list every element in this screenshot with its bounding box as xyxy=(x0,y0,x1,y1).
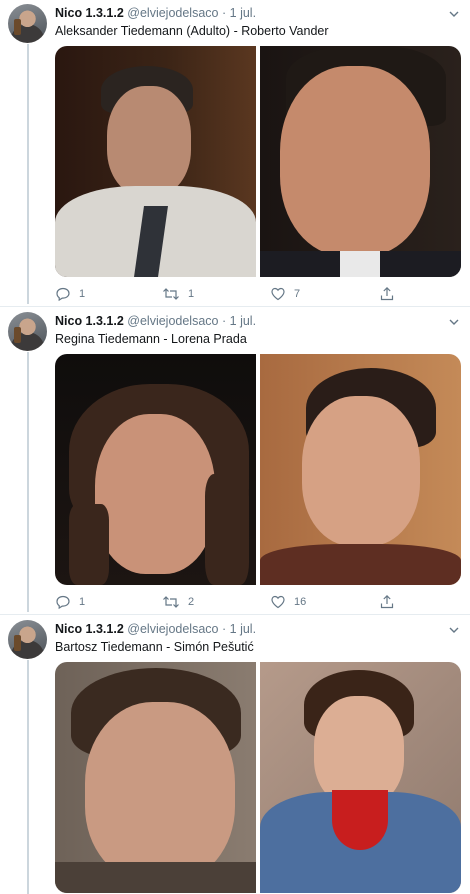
timestamp[interactable]: 1 jul. xyxy=(230,314,256,328)
reply-button[interactable]: 1 xyxy=(55,286,85,302)
tweet[interactable]: Nico 1.3.1.2 @elviejodelsaco · 1 jul. Ba… xyxy=(0,620,470,894)
separator-dot: · xyxy=(221,314,227,328)
reply-icon xyxy=(55,594,71,610)
retweet-icon xyxy=(162,286,180,302)
retweet-button[interactable]: 2 xyxy=(162,594,194,610)
chevron-down-icon[interactable] xyxy=(448,316,460,328)
photo-left[interactable] xyxy=(55,662,256,893)
user-name[interactable]: Nico 1.3.1.2 xyxy=(55,6,124,20)
tweet-header: Nico 1.3.1.2 @elviejodelsaco · 1 jul. xyxy=(55,622,256,636)
retweet-count: 1 xyxy=(188,288,195,300)
user-name[interactable]: Nico 1.3.1.2 xyxy=(55,314,124,328)
timestamp[interactable]: 1 jul. xyxy=(230,622,256,636)
tweet-text: Regina Tiedemann - Lorena Prada xyxy=(55,332,247,346)
like-button[interactable]: 7 xyxy=(270,286,300,302)
divider xyxy=(0,614,470,615)
timestamp[interactable]: 1 jul. xyxy=(230,6,256,20)
user-handle[interactable]: @elviejodelsaco xyxy=(127,622,218,636)
tweet[interactable]: Nico 1.3.1.2 @elviejodelsaco · 1 jul. Al… xyxy=(0,4,470,304)
tweet-actions: 1 2 16 xyxy=(55,594,395,610)
tweet-media[interactable] xyxy=(55,354,461,585)
like-count: 7 xyxy=(294,288,301,300)
tweet-header: Nico 1.3.1.2 @elviejodelsaco · 1 jul. xyxy=(55,314,256,328)
tweet-text: Bartosz Tiedemann - Simón Pešutić xyxy=(55,640,254,654)
avatar[interactable] xyxy=(8,620,47,659)
tweet-text: Aleksander Tiedemann (Adulto) - Roberto … xyxy=(55,24,329,38)
share-icon xyxy=(379,594,395,610)
photo-left[interactable] xyxy=(55,46,256,277)
user-handle[interactable]: @elviejodelsaco xyxy=(127,314,218,328)
share-icon xyxy=(379,286,395,302)
chevron-down-icon[interactable] xyxy=(448,624,460,636)
reply-icon xyxy=(55,286,71,302)
separator-dot: · xyxy=(221,6,227,20)
reply-button[interactable]: 1 xyxy=(55,594,85,610)
tweet[interactable]: Nico 1.3.1.2 @elviejodelsaco · 1 jul. Re… xyxy=(0,312,470,612)
like-count: 16 xyxy=(294,596,307,608)
divider xyxy=(0,306,470,307)
share-button[interactable] xyxy=(379,286,395,302)
photo-right[interactable] xyxy=(260,354,461,585)
retweet-icon xyxy=(162,594,180,610)
user-handle[interactable]: @elviejodelsaco xyxy=(127,6,218,20)
tweet-header: Nico 1.3.1.2 @elviejodelsaco · 1 jul. xyxy=(55,6,256,20)
avatar[interactable] xyxy=(8,312,47,351)
reply-count: 1 xyxy=(79,596,86,608)
retweet-button[interactable]: 1 xyxy=(162,286,194,302)
avatar[interactable] xyxy=(8,4,47,43)
user-name[interactable]: Nico 1.3.1.2 xyxy=(55,622,124,636)
tweet-media[interactable] xyxy=(55,662,461,893)
tweet-media[interactable] xyxy=(55,46,461,277)
separator-dot: · xyxy=(221,622,227,636)
photo-left[interactable] xyxy=(55,354,256,585)
photo-right[interactable] xyxy=(260,662,461,893)
retweet-count: 2 xyxy=(188,596,195,608)
tweet-actions: 1 1 7 xyxy=(55,286,395,302)
reply-count: 1 xyxy=(79,288,86,300)
like-button[interactable]: 16 xyxy=(270,594,306,610)
heart-icon xyxy=(270,286,286,302)
photo-right[interactable] xyxy=(260,46,461,277)
share-button[interactable] xyxy=(379,594,395,610)
chevron-down-icon[interactable] xyxy=(448,8,460,20)
heart-icon xyxy=(270,594,286,610)
